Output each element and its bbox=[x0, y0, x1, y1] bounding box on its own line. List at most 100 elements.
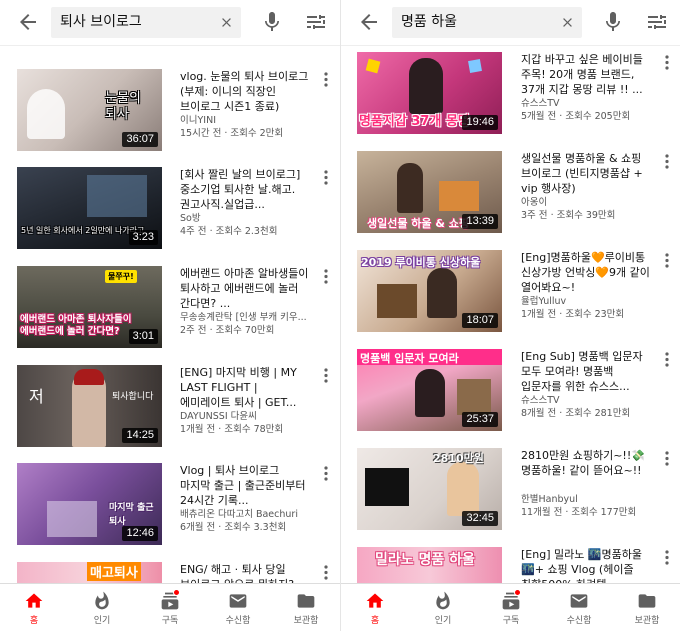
more-options-icon[interactable] bbox=[323, 268, 329, 285]
more-options-icon[interactable] bbox=[323, 169, 329, 186]
nav-label: 구독 bbox=[502, 616, 520, 626]
nav-inbox[interactable]: 수신함 bbox=[545, 584, 613, 631]
nav-subscriptions[interactable]: 구독 bbox=[477, 584, 545, 631]
clear-icon[interactable] bbox=[560, 15, 575, 30]
nav-home[interactable]: 홈 bbox=[0, 584, 68, 631]
channel-name[interactable]: 무송송계란탁 [인생 부캐 키우... bbox=[180, 311, 310, 324]
nav-home[interactable]: 홈 bbox=[341, 584, 409, 631]
video-stats: 3주 전 · 조회수 39만회 bbox=[521, 210, 616, 221]
nav-label: 수신함 bbox=[566, 616, 592, 626]
filter-icon[interactable] bbox=[304, 10, 328, 34]
list-item[interactable]: 생일선물 하울 & 쇼핑 13:39 생일선물 명품하울 & 쇼핑 브이로그 (… bbox=[341, 151, 680, 243]
video-thumbnail[interactable]: 마지막 출근 퇴사 12:46 bbox=[17, 463, 162, 545]
channel-name[interactable]: 슈스스TV bbox=[521, 97, 651, 110]
channel-name[interactable]: So방 bbox=[180, 212, 310, 225]
video-title[interactable]: 에버랜드 아마존 알바생들이 퇴사하고 에버랜드에 놀러 간다면? ... bbox=[180, 266, 311, 311]
filter-icon[interactable] bbox=[645, 10, 669, 34]
duration-badge: 13:39 bbox=[462, 214, 498, 229]
nav-library[interactable]: 보관함 bbox=[613, 584, 680, 631]
duration-badge: 32:45 bbox=[462, 511, 498, 526]
right-screen: 명품 하울 명품지갑 37개 몽땅 19:46 지갑 바꾸고 싶은 베이비들 주… bbox=[340, 0, 680, 631]
list-item[interactable]: 저 퇴사합니다 14:25 [ENG] 마지막 비행 | MY LAST FLI… bbox=[0, 365, 340, 457]
video-title[interactable]: Vlog | 퇴사 브이로그 마지막 출근 | 출근준비부터 24시간 기록..… bbox=[180, 463, 311, 508]
notification-dot bbox=[173, 589, 180, 596]
video-title[interactable]: [Eng Sub] 명품백 입문자 모두 모여라! 명품백 입문자를 위한 슈스… bbox=[521, 349, 652, 394]
channel-name[interactable]: 율럽Yulluv bbox=[521, 295, 651, 308]
list-item[interactable]: 마지막 출근 퇴사 12:46 Vlog | 퇴사 브이로그 마지막 출근 | … bbox=[0, 463, 340, 555]
video-thumbnail[interactable]: 2019 루이비통 신상하울 18:07 bbox=[357, 250, 502, 332]
channel-name[interactable]: 이니YINI bbox=[180, 114, 310, 127]
search-input[interactable]: 명품 하울 bbox=[392, 7, 582, 38]
channel-name[interactable]: DAYUNSSI 다윤씨 bbox=[180, 410, 310, 423]
list-item[interactable]: 명품지갑 37개 몽땅 19:46 지갑 바꾸고 싶은 베이비들 주목! 20개… bbox=[341, 52, 680, 144]
more-options-icon[interactable] bbox=[664, 450, 670, 467]
clear-icon[interactable] bbox=[219, 15, 234, 30]
more-options-icon[interactable] bbox=[664, 153, 670, 170]
list-item[interactable]: 눈물의 퇴사 36:07 vlog. 눈물의 퇴사 브이로그 (부제: 이니의 … bbox=[0, 69, 340, 161]
channel-name[interactable]: 한별Hanbyul bbox=[521, 493, 651, 506]
video-thumbnail[interactable]: 눈물의 퇴사 36:07 bbox=[17, 69, 162, 151]
search-query: 명품 하울 bbox=[401, 14, 457, 30]
video-title[interactable]: vlog. 눈물의 퇴사 브이로그 (부제: 이니의 직장인 브이로그 시즌1 … bbox=[180, 69, 311, 114]
channel-name[interactable]: 배츄리온 다따고치 Baechuri bbox=[180, 508, 310, 521]
notification-dot bbox=[514, 589, 521, 596]
video-stats: 11개월 전 · 조회수 177만회 bbox=[521, 507, 637, 518]
search-query: 퇴사 브이로그 bbox=[60, 14, 142, 30]
video-title[interactable]: 지갑 바꾸고 싶은 베이비들 주목! 20개 명품 브랜드, 37개 지갑 몽땅… bbox=[521, 52, 652, 97]
nav-label: 인기 bbox=[93, 616, 111, 626]
thumbnail-text: 밀라노 명품 하울 bbox=[375, 552, 475, 568]
list-item[interactable]: 물쭈꾸! 에버랜드 아마존 퇴사자들이 에버랜드에 놀러 간다면? 3:01 에… bbox=[0, 266, 340, 358]
video-title[interactable]: 생일선물 명품하울 & 쇼핑 브이로그 (빈티지명품샵 + vip 행사장) bbox=[521, 151, 652, 196]
video-title[interactable]: [Eng]명품하울🧡루이비통 신상가방 언박싱🧡9개 같이 열어봐요~! bbox=[521, 250, 652, 295]
video-thumbnail[interactable]: 생일선물 하울 & 쇼핑 13:39 bbox=[357, 151, 502, 233]
list-item[interactable]: 2810만원 32:45 2810만원 쇼핑하기~!!💸 명품하울! 같이 뜯어… bbox=[341, 448, 680, 540]
nav-library[interactable]: 보관함 bbox=[272, 584, 340, 631]
video-stats: 5개월 전 · 조회수 205만회 bbox=[521, 111, 631, 122]
more-options-icon[interactable] bbox=[323, 71, 329, 88]
video-stats: 1개월 전 · 조회수 78만회 bbox=[180, 424, 284, 435]
video-thumbnail[interactable]: 2810만원 32:45 bbox=[357, 448, 502, 530]
mic-icon[interactable] bbox=[260, 10, 284, 34]
video-title[interactable]: [ENG] 마지막 비행 | MY LAST FLIGHT | 에미레이트 퇴사… bbox=[180, 365, 311, 410]
video-thumbnail[interactable]: 저 퇴사합니다 14:25 bbox=[17, 365, 162, 447]
folder-icon bbox=[638, 594, 656, 608]
more-options-icon[interactable] bbox=[664, 549, 670, 566]
video-thumbnail[interactable]: 물쭈꾸! 에버랜드 아마존 퇴사자들이 에버랜드에 놀러 간다면? 3:01 bbox=[17, 266, 162, 348]
thumbnail-text: 생일선물 하울 & 쇼핑 bbox=[367, 217, 470, 230]
nav-subscriptions[interactable]: 구독 bbox=[136, 584, 204, 631]
nav-trending[interactable]: 인기 bbox=[409, 584, 477, 631]
home-icon bbox=[366, 593, 384, 608]
more-options-icon[interactable] bbox=[323, 367, 329, 384]
video-title[interactable]: 2810만원 쇼핑하기~!!💸 명품하울! 같이 뜯어요~!! bbox=[521, 448, 652, 478]
video-thumbnail[interactable]: 명품지갑 37개 몽땅 19:46 bbox=[357, 52, 502, 134]
fire-icon bbox=[436, 591, 450, 610]
duration-badge: 19:46 bbox=[462, 115, 498, 130]
more-options-icon[interactable] bbox=[664, 252, 670, 269]
search-header: 명품 하울 bbox=[341, 0, 680, 46]
more-options-icon[interactable] bbox=[664, 54, 670, 71]
mic-icon[interactable] bbox=[601, 10, 625, 34]
list-item[interactable]: 명품백 입문자 모여라 25:37 [Eng Sub] 명품백 입문자 모두 모… bbox=[341, 349, 680, 441]
video-stats: 1개월 전 · 조회수 23만회 bbox=[521, 309, 625, 320]
thumbnail-text: 눈물의 퇴사 bbox=[105, 91, 141, 122]
duration-badge: 12:46 bbox=[122, 526, 158, 541]
video-thumbnail[interactable]: 명품백 입문자 모여라 25:37 bbox=[357, 349, 502, 431]
channel-name[interactable]: 아옹이 bbox=[521, 196, 651, 209]
nav-label: 인기 bbox=[434, 616, 452, 626]
list-item[interactable]: 5년 일한 회사에서 2일만에 나가라고 3:23 [회사 짤린 날의 브이로그… bbox=[0, 167, 340, 259]
search-input[interactable]: 퇴사 브이로그 bbox=[51, 7, 241, 38]
video-thumbnail[interactable]: 5년 일한 회사에서 2일만에 나가라고 3:23 bbox=[17, 167, 162, 249]
thumbnail-text: 퇴사합니다 bbox=[112, 392, 154, 402]
channel-name[interactable]: 슈스스TV bbox=[521, 394, 651, 407]
more-options-icon[interactable] bbox=[323, 564, 329, 581]
nav-inbox[interactable]: 수신함 bbox=[204, 584, 272, 631]
video-title[interactable]: [회사 짤린 날의 브이로그]중소기업 퇴사한 날.해고.권고사직.실업급... bbox=[180, 167, 311, 212]
more-options-icon[interactable] bbox=[664, 351, 670, 368]
more-options-icon[interactable] bbox=[323, 465, 329, 482]
list-item[interactable]: 2019 루이비통 신상하울 18:07 [Eng]명품하울🧡루이비통 신상가방… bbox=[341, 250, 680, 342]
duration-badge: 3:01 bbox=[128, 329, 158, 344]
back-arrow-icon[interactable] bbox=[357, 10, 381, 34]
nav-trending[interactable]: 인기 bbox=[68, 584, 136, 631]
back-arrow-icon[interactable] bbox=[16, 10, 40, 34]
video-stats: 6개월 전 · 조회수 3.3천회 bbox=[180, 522, 287, 533]
